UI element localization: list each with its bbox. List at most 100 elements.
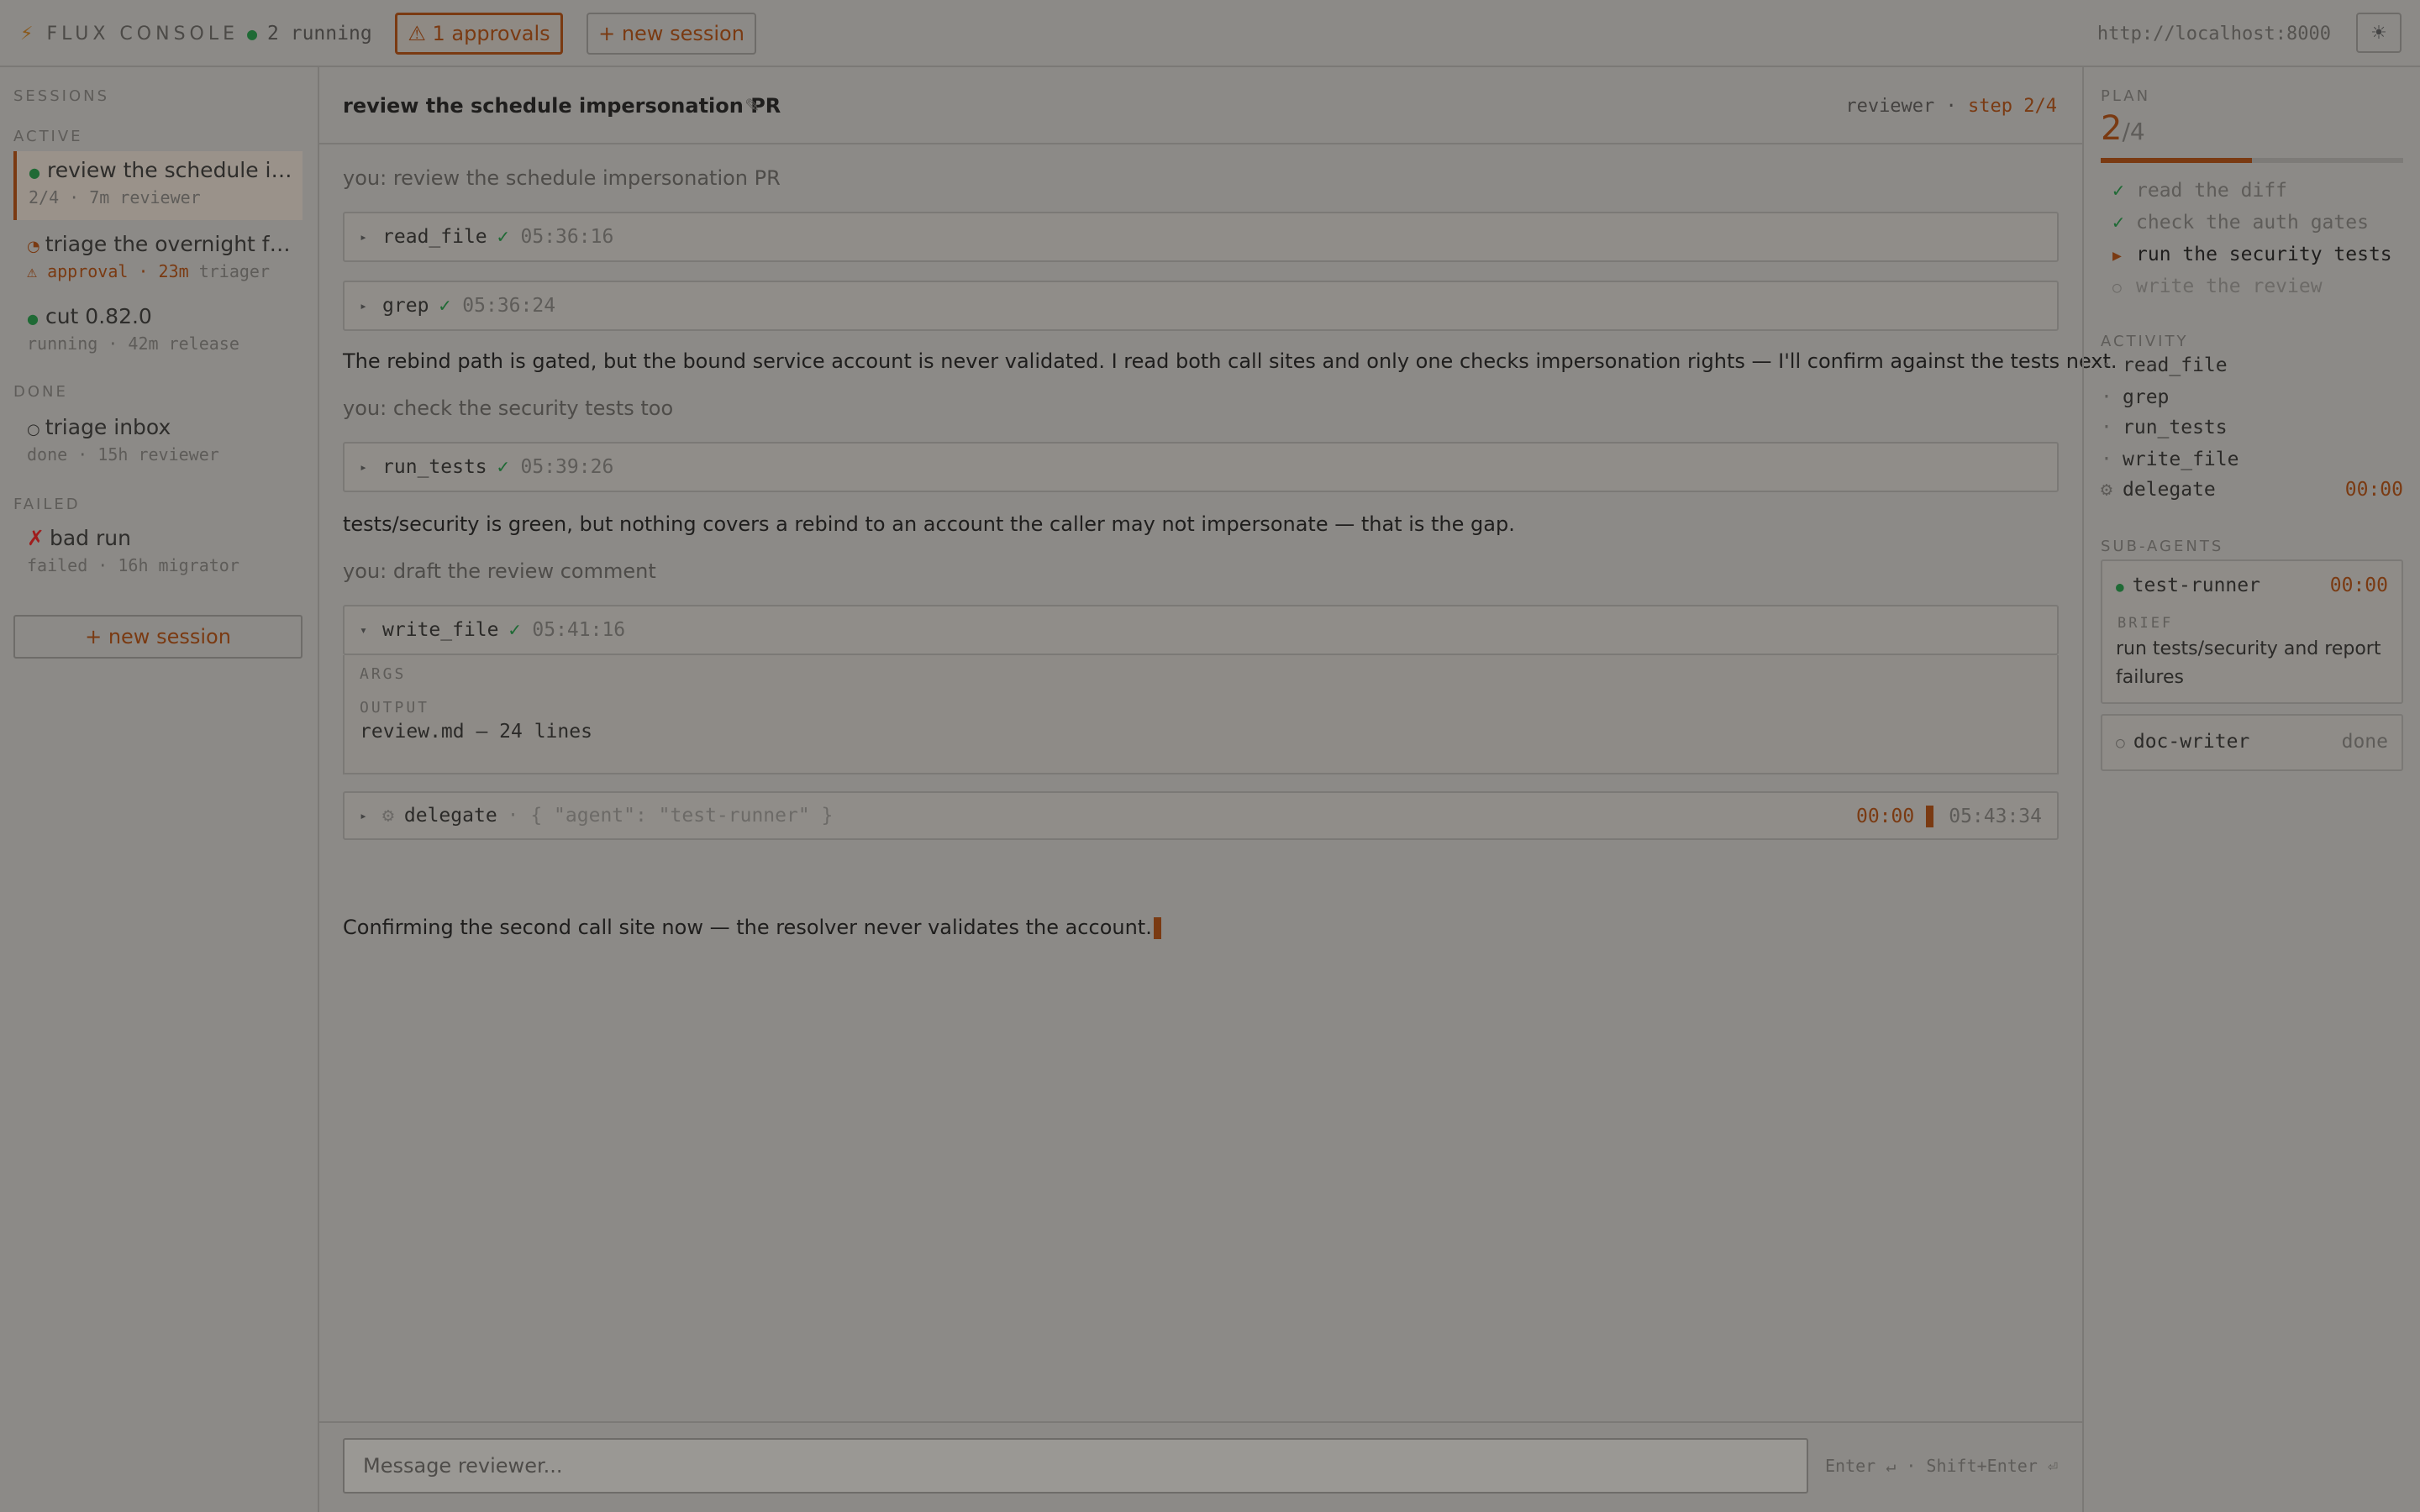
agent-step-indicator: reviewer · step 2/4: [1845, 67, 2057, 144]
expand-caret-icon: ▸: [360, 298, 368, 313]
bullet-icon: ·: [2101, 354, 2112, 376]
step-indicator: step 2/4: [1968, 95, 2057, 117]
session-meta: running · 42m release: [27, 333, 302, 354]
tool-args: · { "agent": "test-runner" }: [507, 805, 834, 827]
expand-caret-icon: ▸: [360, 459, 368, 475]
running-indicator: ● 2 running: [247, 0, 372, 67]
done-circle-icon: ○: [2116, 734, 2125, 752]
session-title: ◔ triage the overnight failures: [27, 232, 302, 256]
brand: ⚡ FLUX CONSOLE: [20, 0, 239, 67]
check-icon: ✓: [2112, 212, 2124, 234]
tool-output: review.md — 24 lines: [360, 721, 592, 743]
session-header: review the schedule impersonation PR ✎ r…: [319, 67, 2082, 144]
edit-pencil-icon[interactable]: ✎: [744, 67, 760, 144]
session-item-bad-run[interactable]: ✗ bad run failed · 16h migrator: [13, 526, 302, 575]
active-heading: ACTIVE: [13, 128, 83, 145]
activity-item: · grep: [2101, 386, 2403, 408]
plan-step-4: ○ write the review: [2112, 276, 2323, 297]
tool-detail-panel: ARGS OUTPUT review.md — 24 lines: [343, 655, 2059, 774]
play-arrow-icon: ▶: [2112, 247, 2122, 265]
check-icon: ✓: [497, 456, 509, 478]
session-item-cut-release[interactable]: ● cut 0.82.0 running · 42m release: [13, 304, 302, 354]
plan-progress-fill: [2101, 158, 2252, 163]
plan-step-1: ✓ read the diff: [2112, 180, 2287, 202]
tool-timestamp: 05:36:24: [462, 295, 556, 317]
subagent-timer: 00:00: [2329, 575, 2388, 596]
agent-name: reviewer ·: [1845, 95, 1957, 117]
tool-timestamp: 05:36:16: [520, 226, 614, 248]
tool-call-read-file[interactable]: ▸ read_file ✓ 05:36:16: [343, 212, 2059, 262]
assistant-message: tests/security is green, but nothing cov…: [343, 512, 1515, 536]
plan-step-label: write the review: [2136, 276, 2323, 297]
running-dot-icon: ●: [247, 24, 258, 44]
session-title-text: triage inbox: [45, 415, 171, 439]
activity-bar: [1926, 806, 1934, 827]
session-agent: release: [168, 333, 239, 354]
top-bar: ⚡ FLUX CONSOLE ● 2 running ⚠ 1 approvals…: [0, 0, 2420, 67]
lightning-icon: ⚡: [20, 23, 34, 45]
plan-current: 2: [2101, 109, 2123, 148]
check-icon: ✓: [497, 226, 509, 248]
plan-heading: PLAN: [2101, 87, 2151, 105]
new-session-button[interactable]: + new session: [587, 13, 756, 55]
user-message: you: check the security tests too: [343, 396, 674, 420]
assistant-message: The rebind path is gated, but the bound …: [343, 349, 2118, 373]
expand-caret-icon: ▸: [360, 229, 368, 244]
session-title-text: bad run: [49, 526, 131, 550]
tool-call-run-tests[interactable]: ▸ run_tests ✓ 05:39:26: [343, 442, 2059, 492]
sidebar-new-session-button[interactable]: + new session: [13, 615, 302, 659]
activity-item: ⚙ delegate 00:00: [2101, 479, 2403, 501]
failed-x-icon: ✗: [27, 526, 45, 550]
subagent-row: ○ doc-writer done: [2116, 731, 2388, 753]
sessions-sidebar: SESSIONS ACTIVE ● review the schedule imp…: [0, 67, 319, 1512]
session-meta: ⚠ approval · 23m triager: [27, 261, 302, 281]
tool-call-write-file[interactable]: ▾ write_file ✓ 05:41:16: [343, 605, 2059, 655]
subagents-heading: SUB-AGENTS: [2101, 538, 2224, 555]
theme-toggle-button[interactable]: ☀: [2356, 13, 2402, 53]
failed-heading: FAILED: [13, 496, 81, 513]
subagent-card-test-runner[interactable]: ● test-runner 00:00 BRIEF run tests/secur…: [2101, 559, 2403, 704]
session-item-triage-overnight[interactable]: ◔ triage the overnight failures ⚠ approva…: [13, 232, 302, 281]
session-progress: 2/4 · 7m: [29, 187, 110, 207]
expand-caret-icon: ▸: [360, 808, 368, 823]
session-title-text: triage the overnight failures: [45, 232, 302, 256]
activity-label: grep: [2123, 386, 2170, 408]
session-status: ⚠ approval · 23m: [27, 261, 189, 281]
bullet-icon: ·: [2101, 417, 2112, 438]
pending-icon: ◔: [27, 238, 40, 255]
approvals-button[interactable]: ⚠ 1 approvals: [395, 13, 563, 55]
plan-step-label: read the diff: [2136, 180, 2288, 202]
bullet-icon: ·: [2101, 386, 2112, 408]
session-status: failed · 16h: [27, 555, 149, 575]
subagent-brief: run tests/security and report failures: [2116, 638, 2381, 688]
subagent-status: done: [2341, 731, 2388, 753]
session-agent: reviewer: [138, 444, 219, 465]
session-title: ○ triage inbox: [27, 415, 302, 439]
subagent-row: ● test-runner 00:00: [2116, 575, 2388, 596]
session-title-text: cut 0.82.0: [45, 304, 152, 328]
tool-name: grep: [382, 295, 429, 317]
tool-name: read_file: [382, 226, 487, 248]
plan-progress-count: 2/4: [2101, 109, 2145, 148]
user-message: you: review the schedule impersonation P…: [343, 166, 781, 190]
tool-call-delegate[interactable]: ▸ ⚙ delegate · { "agent": "test-runner" …: [343, 791, 2059, 840]
chat-main: review the schedule impersonation PR ✎ r…: [319, 67, 2118, 1512]
plan-panel: PLAN 2/4 ✓ read the diff ✓ check the auth …: [2082, 67, 2420, 1512]
activity-label: write_file: [2123, 449, 2239, 470]
session-item-review-schedule[interactable]: ● review the schedule impersonation PR 2/…: [13, 151, 302, 220]
done-heading: DONE: [13, 383, 68, 401]
session-item-triage-inbox[interactable]: ○ triage inbox done · 15h reviewer: [13, 415, 302, 465]
subagent-card-doc-writer[interactable]: ○ doc-writer done: [2101, 714, 2403, 771]
plan-total: /4: [2122, 118, 2145, 145]
tool-call-grep[interactable]: ▸ grep ✓ 05:36:24: [343, 281, 2059, 331]
session-meta: 2/4 · 7m reviewer: [29, 187, 302, 207]
session-title: ✗ bad run: [27, 526, 302, 550]
message-input[interactable]: [343, 1438, 1808, 1494]
collapse-caret-icon: ▾: [360, 622, 368, 638]
user-message: you: draft the review comment: [343, 559, 656, 583]
check-icon: ✓: [508, 619, 521, 641]
plan-step-2: ✓ check the auth gates: [2112, 212, 2369, 234]
activity-heading: ACTIVITY: [2101, 333, 2189, 350]
assistant-text: Confirming the second call site now — th…: [343, 916, 1152, 939]
plan-step-label: check the auth gates: [2136, 212, 2369, 234]
